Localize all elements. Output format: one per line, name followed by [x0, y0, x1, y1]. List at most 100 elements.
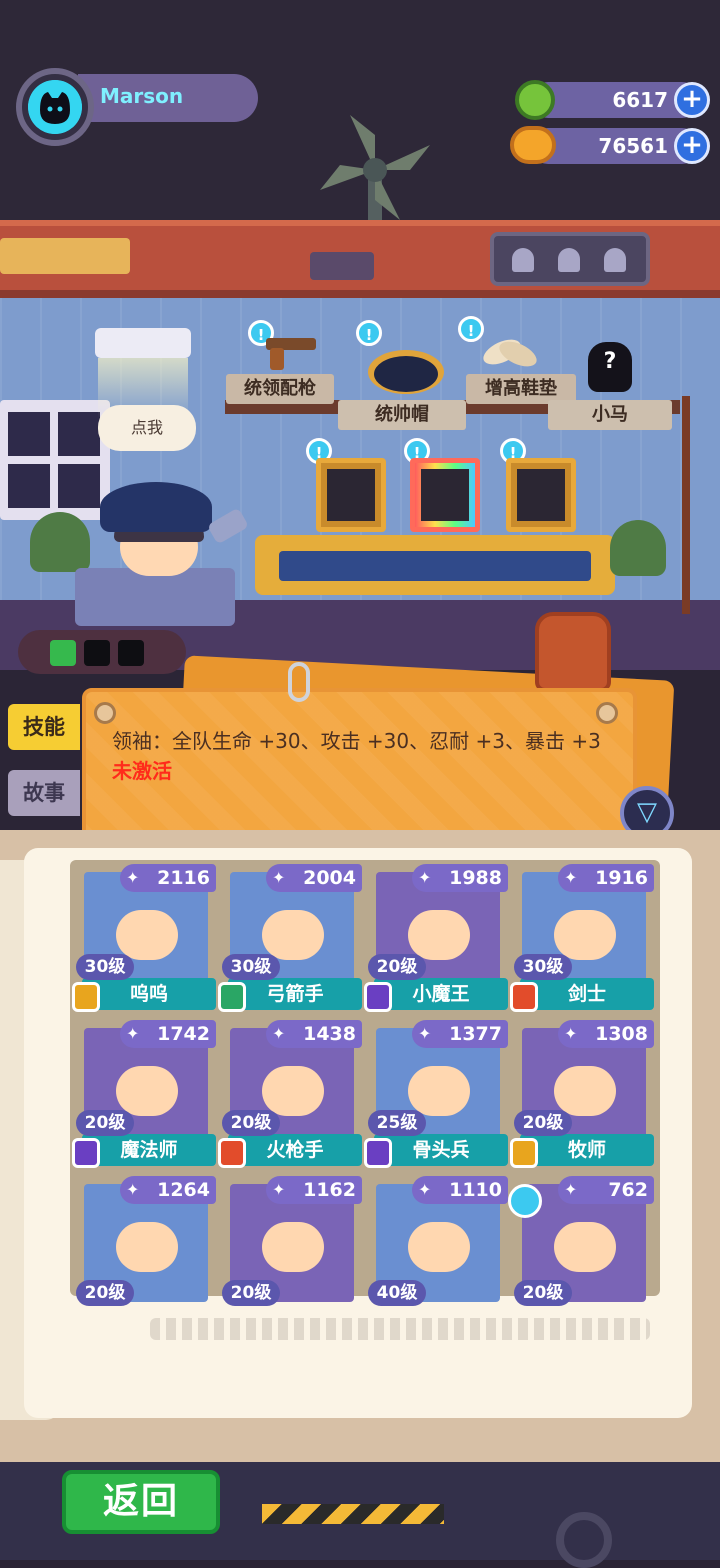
- power-icon: ✦: [564, 1180, 578, 1199]
- character-hat: [100, 482, 212, 532]
- hero-card[interactable]: 762 ✦ 20级: [508, 1176, 654, 1308]
- hero-level: 30级: [76, 954, 134, 980]
- pin-icon: [94, 702, 116, 724]
- paperclip-icon: [288, 662, 310, 702]
- hero-card[interactable]: 1162 ✦ 20级: [222, 1176, 362, 1308]
- coin-icon: [510, 126, 556, 164]
- hero-name: 小魔王: [374, 978, 508, 1010]
- locked-horse-icon[interactable]: ?: [588, 342, 632, 392]
- class-badge-icon: [364, 1138, 392, 1168]
- hero-card[interactable]: 1742 ✦ 魔法师 20级: [72, 1020, 216, 1168]
- hero-name: 骨头兵: [374, 1134, 508, 1166]
- insole-icon[interactable]: [480, 330, 540, 374]
- equip-label-hat[interactable]: 统帅帽: [338, 400, 466, 430]
- power-icon: ✦: [126, 1024, 140, 1043]
- power-icon: ✦: [418, 868, 432, 887]
- hero-card[interactable]: 1988 ✦ 小魔王 20级: [364, 864, 508, 1012]
- add-coins-button[interactable]: +: [674, 128, 710, 164]
- hero-name: 弓箭手: [228, 978, 362, 1010]
- window: [0, 400, 110, 520]
- filter-icon: ▽: [637, 797, 657, 827]
- coat-rack: [682, 396, 690, 614]
- tab-skill[interactable]: 技能: [8, 704, 80, 750]
- portrait-frame[interactable]: [316, 458, 386, 532]
- hero-level: 20级: [514, 1280, 572, 1306]
- hero-level: 20级: [514, 1110, 572, 1136]
- pin-icon: [596, 702, 618, 724]
- hero-level: 40级: [368, 1280, 426, 1306]
- equip-label-horse[interactable]: 小马: [548, 400, 672, 430]
- hero-card[interactable]: 2004 ✦ 弓箭手 30级: [218, 864, 362, 1012]
- hero-name: 牧师: [520, 1134, 654, 1166]
- battery-empty-icon: [84, 640, 110, 666]
- portrait-frame-rainbow[interactable]: [410, 458, 480, 532]
- tab-story[interactable]: 故事: [8, 770, 80, 816]
- hero-name: 魔法师: [82, 1134, 216, 1166]
- hero-face: [408, 1222, 470, 1272]
- hero-face: [116, 1066, 178, 1116]
- class-badge-icon: [364, 982, 392, 1012]
- hero-face: [408, 1066, 470, 1116]
- hero-level: 30级: [222, 954, 280, 980]
- hero-card[interactable]: 1377 ✦ 骨头兵 25级: [364, 1020, 508, 1168]
- power-icon: ✦: [564, 1024, 578, 1043]
- equip-label-pistol[interactable]: 统领配枪: [226, 374, 334, 404]
- hero-face: [116, 1222, 178, 1272]
- hero-name: 呜呜: [82, 978, 216, 1010]
- projector-lamp: [95, 328, 191, 358]
- add-gems-button[interactable]: +: [674, 82, 710, 118]
- hero-card[interactable]: 1264 ✦ 20级: [76, 1176, 216, 1308]
- hero-level: 25级: [368, 1110, 426, 1136]
- cabinet: [255, 535, 615, 595]
- desk: [75, 568, 235, 626]
- gallery-button[interactable]: [535, 612, 611, 692]
- power-icon: ✦: [126, 1180, 140, 1199]
- hero-card[interactable]: 1916 ✦ 剑士 30级: [510, 864, 654, 1012]
- hero-card[interactable]: 1308 ✦ 牧师 20级: [510, 1020, 654, 1168]
- avatar[interactable]: [28, 80, 82, 134]
- hero-face: [408, 910, 470, 960]
- hero-face: [554, 910, 616, 960]
- plant-left: [30, 512, 90, 572]
- class-badge-icon: [72, 1138, 100, 1168]
- power-icon: ✦: [272, 1180, 286, 1199]
- class-badge-icon: [510, 1138, 538, 1168]
- gem-icon: [515, 80, 555, 120]
- skill-description: 领袖：全队生命 +30、攻击 +30、忍耐 +3、暴击 +3 未激活: [112, 726, 612, 786]
- energy-bar: [18, 630, 186, 674]
- hero-card[interactable]: 1438 ✦ 火枪手 20级: [218, 1020, 362, 1168]
- plant-right: [610, 520, 666, 576]
- battery-charged-icon: [50, 640, 76, 666]
- speech-bubble[interactable]: 点我: [98, 405, 196, 451]
- power-icon: ✦: [564, 868, 578, 887]
- hero-level: 20级: [222, 1280, 280, 1306]
- hero-level: 20级: [222, 1110, 280, 1136]
- shelf-vent: [0, 238, 130, 274]
- portrait-frame[interactable]: [506, 458, 576, 532]
- blurred-text: [150, 1318, 650, 1340]
- hero-card[interactable]: 1110 ✦ 40级: [368, 1176, 508, 1308]
- hero-card[interactable]: 2116 ✦ 呜呜 30级: [72, 864, 216, 1012]
- hero-name: 剑士: [520, 978, 654, 1010]
- hero-level: 30级: [514, 954, 572, 980]
- skill-text: 领袖：全队生命 +30、攻击 +30、忍耐 +3、暴击 +3: [112, 729, 601, 753]
- class-badge-icon: [510, 982, 538, 1012]
- power-icon: ✦: [272, 868, 286, 887]
- hero-face: [262, 1066, 324, 1116]
- class-badge-icon: [218, 1138, 246, 1168]
- back-button[interactable]: 返回: [62, 1470, 220, 1534]
- hero-name: 火枪手: [228, 1134, 362, 1166]
- hero-face: [262, 1222, 324, 1272]
- hero-face: [116, 910, 178, 960]
- fan-decoration: [320, 115, 430, 223]
- power-icon: ✦: [418, 1180, 432, 1199]
- pistol-icon[interactable]: [262, 332, 322, 372]
- ghost-panel: [490, 232, 650, 286]
- new-alert-icon: [508, 1184, 542, 1218]
- bicorne-hat-icon[interactable]: [366, 342, 446, 394]
- hazard-stripe: [262, 1504, 444, 1524]
- player-name: Marson: [100, 84, 184, 108]
- ghost-icon: [604, 248, 626, 272]
- power-icon: ✦: [126, 868, 140, 887]
- hero-face: [554, 1066, 616, 1116]
